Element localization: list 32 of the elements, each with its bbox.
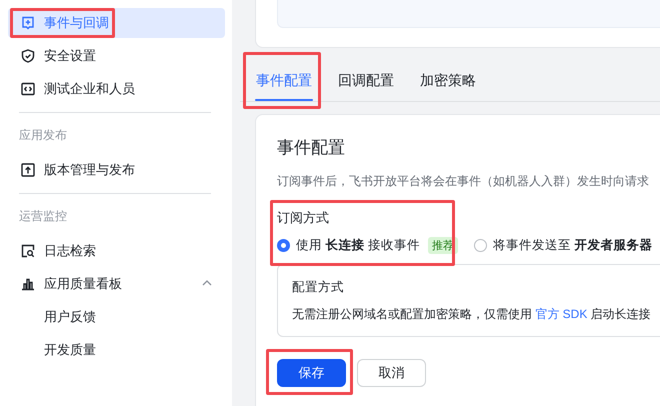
info-text: 无需注册公网域名或配置加密策略，仅需使用 官方 SDK 启动长连接 — [292, 306, 652, 323]
log-search-icon — [21, 244, 35, 258]
chevron-icon — [202, 280, 212, 286]
sidebar-item[interactable]: 安全设置 — [8, 41, 225, 71]
tab[interactable]: 加密策略 — [419, 66, 477, 101]
tab[interactable]: 事件配置 — [255, 66, 313, 101]
sidebar-item[interactable]: 应用质量看板 — [8, 269, 225, 299]
plus-box-icon — [21, 16, 35, 30]
sidebar-subitem[interactable]: 开发质量 — [8, 335, 225, 365]
option-label[interactable]: 使用 长连接 接收事件 — [296, 237, 420, 254]
sidebar-subitem[interactable]: 用户反馈 — [8, 302, 225, 332]
sdk-link[interactable]: 官方 SDK — [535, 307, 588, 321]
group-header: 运营监控 — [18, 208, 68, 225]
description-text: 订阅事件后，飞书开放平台将会在事件（如机器人入群）发生时向请求 — [277, 173, 650, 190]
group-header: 应用发布 — [18, 127, 68, 144]
shield-icon — [21, 49, 35, 63]
section-title: 事件配置 — [277, 137, 346, 159]
field-label: 订阅方式 — [277, 209, 330, 227]
save-button[interactable]: 保存 — [277, 359, 346, 387]
radio-button[interactable] — [277, 239, 290, 252]
sidebar-item[interactable]: 版本管理与发布 — [8, 155, 225, 185]
option-label[interactable]: 将事件发送至 开发者服务器 — [492, 237, 652, 254]
bar-chart-icon — [21, 277, 35, 291]
sidebar-item[interactable]: 事件与回调 — [8, 8, 225, 38]
box-title: 配置方式 — [292, 279, 345, 296]
radio-button[interactable] — [474, 239, 487, 252]
upload-icon — [21, 163, 35, 177]
cancel-button[interactable]: 取消 — [357, 359, 426, 387]
tab[interactable]: 回调配置 — [337, 66, 395, 101]
sidebar-item[interactable]: 测试企业和人员 — [8, 74, 225, 104]
code-icon — [21, 82, 35, 96]
sidebar-item[interactable]: 日志检索 — [8, 236, 225, 266]
